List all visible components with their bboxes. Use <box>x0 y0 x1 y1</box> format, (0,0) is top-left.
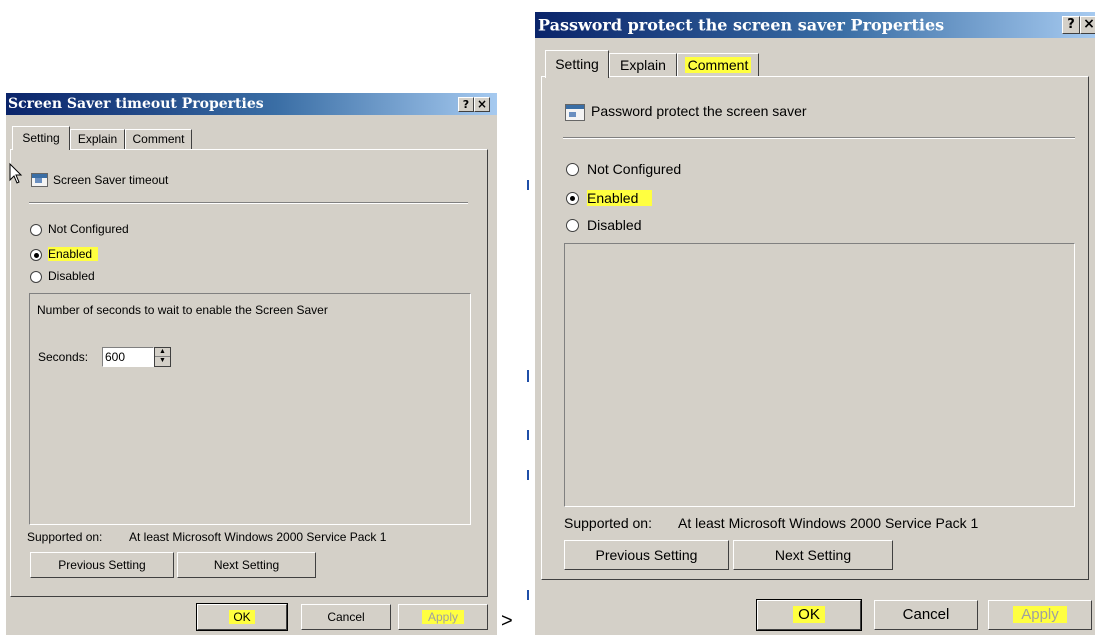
cancel-button[interactable]: Cancel <box>874 600 978 630</box>
next-setting-button[interactable]: Next Setting <box>733 540 893 570</box>
policy-name: Password protect the screen saver <box>591 103 807 119</box>
radio-enabled[interactable] <box>30 249 42 261</box>
previous-setting-button[interactable]: Previous Setting <box>30 552 174 578</box>
policy-setting-icon <box>31 173 48 187</box>
dialog-title: Password protect the screen saver Proper… <box>538 15 945 35</box>
next-setting-button[interactable]: Next Setting <box>177 552 316 578</box>
options-box <box>564 243 1075 507</box>
dialog-title: Screen Saver timeout Properties <box>8 96 264 112</box>
seconds-value: 600 <box>105 350 126 364</box>
tab-comment[interactable]: Comment <box>125 129 192 149</box>
cancel-label: Cancel <box>327 610 365 624</box>
radio-enabled-label[interactable]: Enabled <box>587 190 653 206</box>
radio-not-configured-label[interactable]: Not Configured <box>587 161 681 177</box>
tab-setting-label: Setting <box>22 131 60 145</box>
tab-comment-label: Comment <box>132 132 185 146</box>
radio-not-configured[interactable] <box>566 163 579 176</box>
next-setting-label: Next Setting <box>774 547 852 563</box>
apply-label: Apply <box>421 610 465 624</box>
title-bar[interactable]: Screen Saver timeout Properties ? × <box>6 93 497 115</box>
radio-enabled[interactable] <box>566 192 579 205</box>
ok-label: OK <box>229 610 255 624</box>
tab-comment-label: Comment <box>684 57 752 73</box>
cancel-button[interactable]: Cancel <box>301 604 391 630</box>
radio-disabled-label[interactable]: Disabled <box>48 269 95 283</box>
title-bar[interactable]: Password protect the screen saver Proper… <box>535 12 1095 38</box>
ok-button[interactable]: OK <box>196 603 288 631</box>
seconds-label: Seconds: <box>38 350 89 364</box>
previous-setting-button[interactable]: Previous Setting <box>564 540 729 570</box>
policy-name: Screen Saver timeout <box>53 173 169 187</box>
supported-on-label: Supported on: <box>564 515 652 531</box>
apply-button[interactable]: Apply <box>398 604 488 630</box>
separator <box>29 202 468 204</box>
radio-disabled[interactable] <box>30 271 42 283</box>
radio-not-configured[interactable] <box>30 224 42 236</box>
spin-down-icon[interactable]: ▼ <box>155 357 170 366</box>
supported-on-value: At least Microsoft Windows 2000 Service … <box>129 530 387 544</box>
help-button[interactable]: ? <box>1062 16 1080 34</box>
tab-explain[interactable]: Explain <box>609 53 677 77</box>
separator <box>563 137 1075 139</box>
between-arrow: > <box>501 610 513 632</box>
ok-button[interactable]: OK <box>756 599 862 631</box>
radio-not-configured-label[interactable]: Not Configured <box>48 222 129 236</box>
tab-setting[interactable]: Setting <box>545 50 609 78</box>
seconds-spinner[interactable]: ▲ ▼ <box>154 347 171 367</box>
background-edge-marks <box>527 0 531 635</box>
tab-explain[interactable]: Explain <box>70 129 125 149</box>
ok-label: OK <box>793 606 825 623</box>
seconds-input[interactable]: 600 <box>102 347 154 367</box>
tab-comment[interactable]: Comment <box>677 53 759 77</box>
close-button[interactable]: × <box>474 97 490 112</box>
tab-explain-label: Explain <box>620 57 666 73</box>
close-button[interactable]: × <box>1080 16 1095 34</box>
tab-setting[interactable]: Setting <box>12 126 70 150</box>
tab-explain-label: Explain <box>77 132 118 146</box>
options-box <box>29 293 471 525</box>
options-description: Number of seconds to wait to enable the … <box>37 303 328 317</box>
apply-button[interactable]: Apply <box>988 600 1092 630</box>
supported-on-value: At least Microsoft Windows 2000 Service … <box>678 515 979 531</box>
supported-on-label: Supported on: <box>27 530 103 544</box>
help-button[interactable]: ? <box>458 97 474 112</box>
next-setting-label: Next Setting <box>213 558 280 572</box>
mouse-cursor-icon <box>9 163 23 184</box>
radio-disabled[interactable] <box>566 219 579 232</box>
policy-setting-icon <box>565 104 585 121</box>
apply-label: Apply <box>1013 606 1067 623</box>
tab-setting-label: Setting <box>555 56 599 72</box>
previous-setting-label: Previous Setting <box>595 547 698 563</box>
radio-enabled-label[interactable]: Enabled <box>48 247 99 261</box>
radio-disabled-label[interactable]: Disabled <box>587 217 641 233</box>
password-protect-dialog: Password protect the screen saver Proper… <box>535 12 1095 635</box>
previous-setting-label: Previous Setting <box>58 558 146 572</box>
screen-saver-timeout-dialog: Screen Saver timeout Properties ? × Sett… <box>6 93 497 635</box>
spin-up-icon[interactable]: ▲ <box>155 348 170 357</box>
cancel-label: Cancel <box>902 606 950 623</box>
